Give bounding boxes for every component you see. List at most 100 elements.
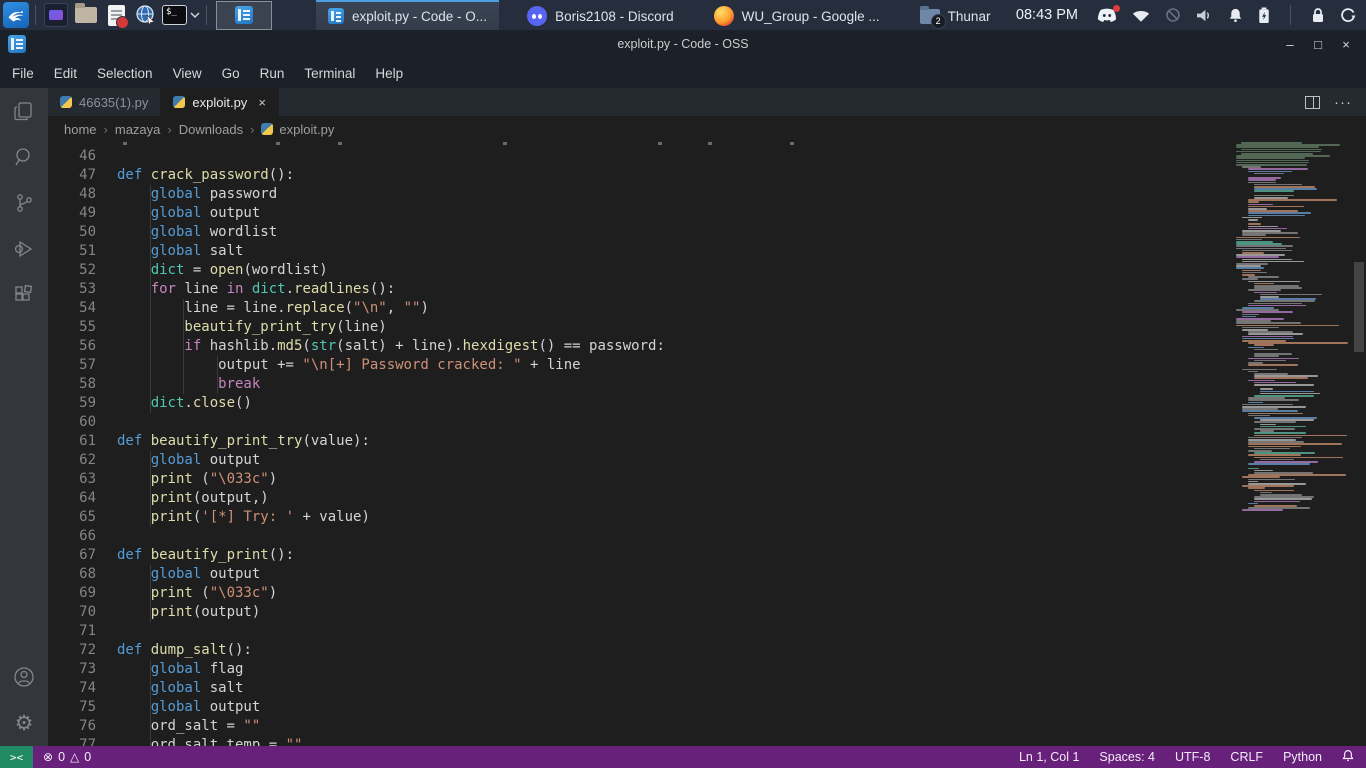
extensions-icon[interactable] — [0, 272, 48, 318]
minimize-button[interactable]: – — [1278, 32, 1302, 56]
panel-clock[interactable]: 08:43 PM — [1016, 7, 1078, 23]
code-line[interactable]: 74global salt — [48, 679, 1236, 698]
explorer-icon[interactable] — [0, 88, 48, 134]
code-line[interactable]: 46 — [48, 147, 1236, 166]
menu-edit[interactable]: Edit — [44, 62, 87, 85]
code-line[interactable]: 57output += "\n[+] Password cracked: " +… — [48, 356, 1236, 375]
split-editor-icon[interactable] — [1305, 96, 1320, 109]
breadcrumb-item[interactable]: mazaya — [115, 122, 161, 137]
source-control-icon[interactable] — [0, 180, 48, 226]
web-browser-launcher[interactable] — [131, 0, 161, 30]
code-line[interactable]: 64print(output,) — [48, 489, 1236, 508]
editor[interactable]: 4647def crack_password():48global passwo… — [48, 142, 1366, 746]
code-line[interactable]: 47def crack_password(): — [48, 166, 1236, 185]
code-line[interactable]: 72def dump_salt(): — [48, 641, 1236, 660]
taskbar-item[interactable]: 2Thunar — [908, 0, 1003, 30]
code-line[interactable]: 73global flag — [48, 660, 1236, 679]
code-line[interactable]: 69print ("\033c") — [48, 584, 1236, 603]
code-line[interactable]: 75global output — [48, 698, 1236, 717]
code-line[interactable]: 62global output — [48, 451, 1236, 470]
menu-selection[interactable]: Selection — [87, 62, 163, 85]
more-actions-icon[interactable]: ··· — [1334, 94, 1352, 111]
wifi-icon[interactable] — [1132, 8, 1150, 23]
code-line[interactable]: 76ord_salt = "" — [48, 717, 1236, 736]
menu-terminal[interactable]: Terminal — [294, 62, 365, 85]
remote-indicator[interactable]: >< — [0, 746, 33, 768]
eol-sequence[interactable]: CRLF — [1230, 750, 1263, 764]
code-area[interactable]: 4647def crack_password():48global passwo… — [48, 142, 1236, 746]
code-line[interactable]: 77ord_salt_temp = "" — [48, 736, 1236, 746]
kali-menu-button[interactable] — [0, 0, 30, 30]
menu-help[interactable]: Help — [365, 62, 413, 85]
code-line[interactable]: 52dict = open(wordlist) — [48, 261, 1236, 280]
close-button[interactable]: × — [1334, 32, 1358, 56]
code-line[interactable]: 51global salt — [48, 242, 1236, 261]
accounts-icon[interactable] — [0, 654, 48, 700]
code-line[interactable]: 59dict.close() — [48, 394, 1236, 413]
tab-46635(1).py[interactable]: 46635(1).py — [48, 88, 161, 116]
code-line[interactable]: 67def beautify_print(): — [48, 546, 1236, 565]
code-line[interactable]: 55beautify_print_try(line) — [48, 318, 1236, 337]
notifications-bell-icon[interactable] — [1228, 7, 1243, 23]
breadcrumb-item[interactable]: home — [64, 122, 97, 137]
code-line[interactable]: 54line = line.replace("\n", "") — [48, 299, 1236, 318]
indent-guide — [117, 736, 151, 746]
taskbar-item[interactable]: WU_Group - Google ... — [702, 0, 892, 30]
code-line[interactable]: 48global password — [48, 185, 1236, 204]
breadcrumb-item[interactable]: Downloads — [179, 122, 243, 137]
taskbar-item[interactable]: Boris2108 - Discord — [515, 0, 686, 30]
document-edit-icon — [108, 5, 125, 26]
scrollbar-thumb[interactable] — [1354, 262, 1364, 352]
language-mode[interactable]: Python — [1283, 750, 1322, 764]
code-line[interactable]: 68global output — [48, 565, 1236, 584]
file-manager-launcher[interactable] — [71, 0, 101, 30]
discord-tray-icon[interactable] — [1097, 8, 1117, 23]
taskbar-item[interactable]: exploit.py - Code - O... — [316, 0, 499, 30]
code-token: def — [117, 167, 142, 183]
code-line[interactable]: 70print(output) — [48, 603, 1236, 622]
code-line[interactable]: 56if hashlib.md5(str(salt) + line).hexdi… — [48, 337, 1236, 356]
notifications-bell-icon[interactable] — [1342, 749, 1354, 765]
logout-power-icon[interactable] — [1340, 7, 1356, 23]
menu-file[interactable]: File — [2, 62, 44, 85]
minimap-line — [1236, 245, 1293, 247]
code-line[interactable]: 50global wordlist — [48, 223, 1236, 242]
code-line[interactable]: 61def beautify_print_try(value): — [48, 432, 1236, 451]
menubar: FileEditSelectionViewGoRunTerminalHelp — [0, 58, 1366, 88]
menu-go[interactable]: Go — [212, 62, 250, 85]
code-line[interactable]: 65print('[*] Try: ' + value) — [48, 508, 1236, 527]
indentation[interactable]: Spaces: 4 — [1099, 750, 1155, 764]
tab-exploit.py[interactable]: exploit.py × — [161, 88, 279, 116]
code-line[interactable]: 60 — [48, 413, 1236, 432]
minimap-line — [1254, 349, 1278, 351]
settings-gear-icon[interactable]: ⚙ — [0, 700, 48, 746]
tab-close-icon[interactable]: × — [258, 95, 266, 110]
minimap[interactable] — [1236, 142, 1352, 746]
lock-screen-icon[interactable] — [1311, 7, 1325, 23]
problems-indicator[interactable]: ⊗ 0 △ 0 — [43, 750, 91, 764]
focused-window-button[interactable] — [216, 1, 272, 30]
code-line[interactable]: 53for line in dict.readlines(): — [48, 280, 1236, 299]
chevron-down-icon — [190, 11, 200, 19]
text-editor-launcher[interactable] — [101, 0, 131, 30]
code-line[interactable]: 66 — [48, 527, 1236, 546]
run-debug-icon[interactable] — [0, 226, 48, 272]
code-line[interactable]: 58break — [48, 375, 1236, 394]
breadcrumb-item[interactable]: exploit.py — [261, 122, 334, 137]
tab-label: exploit.py — [192, 95, 247, 110]
encoding[interactable]: UTF-8 — [1175, 750, 1210, 764]
battery-icon[interactable] — [1258, 7, 1270, 24]
code-line[interactable]: 71 — [48, 622, 1236, 641]
menu-run[interactable]: Run — [250, 62, 295, 85]
disabled-indicator-icon[interactable] — [1165, 7, 1181, 23]
code-line[interactable]: 63print ("\033c") — [48, 470, 1236, 489]
menu-view[interactable]: View — [163, 62, 212, 85]
cursor-position[interactable]: Ln 1, Col 1 — [1019, 750, 1079, 764]
code-line[interactable]: 49global output — [48, 204, 1236, 223]
volume-icon[interactable] — [1196, 8, 1213, 23]
desktop-window-launcher[interactable] — [41, 0, 71, 30]
breadcrumb-label: Downloads — [179, 122, 243, 137]
search-icon[interactable] — [0, 134, 48, 180]
terminal-launcher[interactable]: $_ — [161, 0, 201, 30]
maximize-button[interactable]: □ — [1306, 32, 1330, 56]
